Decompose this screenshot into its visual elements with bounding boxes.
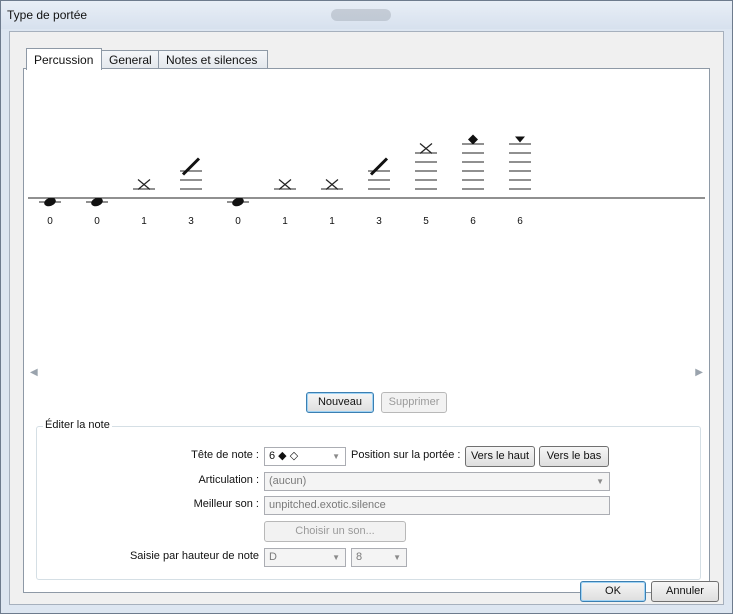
- notehead-x: [419, 143, 433, 154]
- move-up-button[interactable]: Vers le haut: [465, 446, 535, 467]
- horizontal-scrollbar[interactable]: ◀ ▶: [28, 365, 705, 382]
- articulation-label: Articulation :: [198, 474, 259, 486]
- note-position-label: 3: [376, 216, 382, 227]
- pitch-octave-value: 8: [356, 551, 363, 563]
- best-sound-field[interactable]: unpitched.exotic.silence: [264, 496, 610, 515]
- notehead-label: Tête de note :: [191, 449, 259, 461]
- note-position-label: 5: [423, 216, 429, 227]
- note-position-label: 1: [329, 216, 335, 227]
- notehead-x: [137, 179, 151, 190]
- pitch-octave-combo[interactable]: 8 ▼: [351, 548, 407, 567]
- chevron-down-icon: ▼: [332, 452, 340, 461]
- note-position-label: 6: [517, 216, 523, 227]
- edit-note-group-label: Éditer la note: [43, 419, 112, 431]
- notehead-slash: [181, 157, 201, 176]
- chevron-down-icon: ▼: [332, 553, 340, 562]
- cancel-button[interactable]: Annuler: [651, 581, 719, 602]
- ok-button[interactable]: OK: [580, 581, 646, 602]
- note-position-label: 0: [94, 216, 100, 227]
- dialog-window: Type de portée Percussion General Notes …: [0, 0, 733, 614]
- chevron-down-icon: ▼: [393, 553, 401, 562]
- articulation-combo[interactable]: (aucun) ▼: [264, 472, 610, 491]
- dialog-client-area: Percussion General Notes et silences 0 0 1…: [9, 31, 724, 605]
- title-bar: Type de portée: [1, 1, 732, 29]
- note-position-label: 1: [282, 216, 288, 227]
- tab-percussion-label: Percussion: [34, 53, 94, 67]
- note-position-label: 1: [141, 216, 147, 227]
- pitch-note-value: D: [269, 551, 277, 563]
- tab-percussion[interactable]: Percussion: [26, 48, 102, 70]
- notehead-x: [278, 179, 292, 190]
- notehead-triangle: [515, 136, 525, 143]
- tab-general[interactable]: General: [101, 50, 159, 69]
- tab-notes-et-silences[interactable]: Notes et silences: [158, 50, 268, 69]
- notehead-x: [325, 179, 339, 190]
- scroll-right-icon[interactable]: ▶: [695, 367, 703, 378]
- choose-sound-button[interactable]: Choisir un son...: [264, 521, 406, 542]
- note-position-label: 0: [235, 216, 241, 227]
- note-position-label: 6: [470, 216, 476, 227]
- notehead-slash: [369, 157, 389, 176]
- pitch-input-label: Saisie par hauteur de note: [129, 550, 259, 562]
- chevron-down-icon: ▼: [596, 477, 604, 486]
- tab-panel-percussion: 0 0 1 3 0 1 1 3 5 6 6 ◀ ▶ Nouveau Supprimer Éditer…: [23, 68, 710, 593]
- note-position-label: 3: [188, 216, 194, 227]
- notehead-combo[interactable]: 6 ◆ ◇ ▼: [264, 447, 346, 466]
- tab-general-label: General: [109, 53, 152, 67]
- note-position-label: 0: [47, 216, 53, 227]
- best-sound-value: unpitched.exotic.silence: [269, 499, 386, 511]
- delete-button[interactable]: Supprimer: [381, 392, 447, 413]
- notehead-combo-value: 6 ◆ ◇: [269, 450, 299, 462]
- move-down-button[interactable]: Vers le bas: [539, 446, 609, 467]
- best-sound-label: Meilleur son :: [193, 498, 259, 510]
- articulation-combo-value: (aucun): [269, 475, 307, 487]
- staff-position-label: Position sur la portée :: [351, 449, 461, 461]
- scroll-left-icon[interactable]: ◀: [30, 367, 38, 378]
- staff-preview[interactable]: 0 0 1 3 0 1 1 3 5 6 6: [28, 72, 705, 353]
- window-title: Type de portée: [7, 8, 88, 22]
- pitch-note-combo[interactable]: D ▼: [264, 548, 346, 567]
- edit-note-group: Éditer la note Tête de note : 6 ◆ ◇ ▼ Po…: [36, 419, 701, 580]
- notehead-diamond: [468, 134, 478, 145]
- background-window-title-blur: [331, 9, 391, 21]
- tab-notes-et-silences-label: Notes et silences: [166, 53, 258, 67]
- staff-svg: 0 0 1 3 0 1 1 3 5 6 6: [28, 134, 705, 227]
- new-button[interactable]: Nouveau: [306, 392, 374, 413]
